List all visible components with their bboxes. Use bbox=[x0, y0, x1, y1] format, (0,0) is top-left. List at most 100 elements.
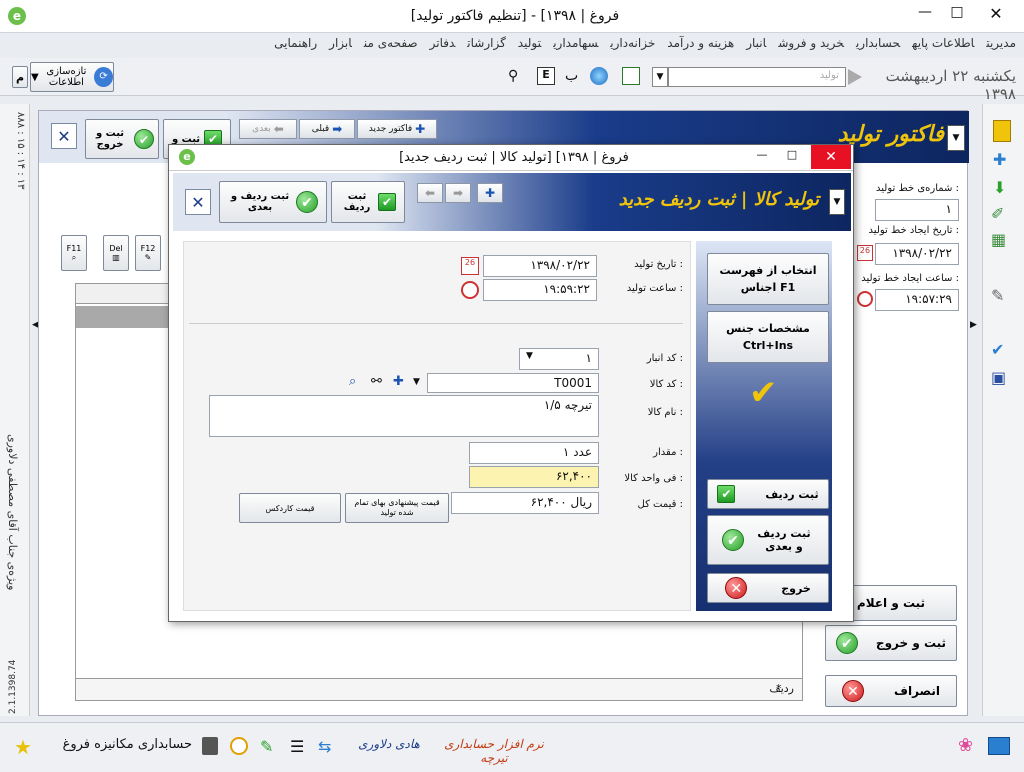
menu-item[interactable]: تولید bbox=[518, 36, 541, 50]
main-close-button[interactable]: ✕ bbox=[51, 123, 77, 149]
right-save-next-label: ثبت ردیف و بعدی bbox=[757, 527, 811, 553]
wrench-icon[interactable]: ✎ bbox=[991, 286, 1004, 305]
menu-item[interactable]: مدیریت bbox=[986, 36, 1016, 50]
new-row-marker: * bbox=[776, 682, 782, 695]
calculator-icon[interactable] bbox=[202, 737, 218, 755]
check-list-icon[interactable]: ✔ bbox=[991, 340, 1004, 359]
prod-date-input[interactable]: ۱۳۹۸/۰۲/۲۲ bbox=[483, 255, 597, 277]
download-icon[interactable]: ⬇ bbox=[993, 178, 1006, 197]
add-item-icon[interactable]: ✚ bbox=[993, 150, 1006, 169]
transfer-icon[interactable]: ⇆ bbox=[318, 737, 331, 756]
cardex-price-button[interactable]: قیمت کاردکس bbox=[239, 493, 341, 523]
next-label: بعدی bbox=[252, 124, 271, 134]
menu-item[interactable]: خرید و فروش bbox=[778, 36, 844, 50]
dialog-close-button[interactable]: ✕ bbox=[811, 145, 851, 169]
menu-item[interactable]: انبار bbox=[746, 36, 766, 50]
dialog-close-x-button[interactable]: ✕ bbox=[185, 189, 211, 215]
dialog-next-button[interactable]: ➡ bbox=[445, 183, 471, 203]
right-strip: ✚ ⬇ ✐ ▦ ✎ ✔ ▣ bbox=[982, 104, 1024, 716]
dialog-save-next-button[interactable]: ثبت ردیف و بعدی ✔ bbox=[219, 181, 327, 223]
magnifier-icon[interactable]: ⌕ bbox=[349, 374, 356, 389]
color-palette-icon[interactable]: ❀ bbox=[958, 735, 973, 756]
item-add-icon[interactable]: ✚ bbox=[393, 374, 404, 389]
create-time-input[interactable]: ۱۹:۵۷:۲۹ bbox=[875, 289, 959, 311]
prod-clock-icon[interactable] bbox=[461, 281, 479, 299]
main-save-exit-button[interactable]: ثبت و خروج ✔ bbox=[85, 119, 159, 159]
right-collapse-arrow[interactable]: ▶ bbox=[970, 320, 977, 330]
prev-label: قبلی bbox=[311, 124, 330, 134]
calendar-icon[interactable]: 26 bbox=[857, 245, 873, 261]
minimize-button[interactable]: — bbox=[912, 4, 938, 26]
money-icon[interactable]: ✐ bbox=[991, 204, 1004, 223]
clock-icon[interactable] bbox=[857, 291, 873, 307]
warehouse-value: ۱ bbox=[585, 351, 592, 365]
list-icon[interactable]: ☰ bbox=[290, 737, 304, 756]
prod-calendar-icon[interactable]: 26 bbox=[461, 257, 479, 275]
menu-item[interactable]: صفحه‌ی من bbox=[364, 36, 418, 50]
item-spec-button[interactable]: مشخصات جنس Ctrl+Ins bbox=[707, 311, 829, 363]
del-button[interactable]: Del ▥ bbox=[103, 235, 129, 271]
qty-input[interactable]: ۱ عدد bbox=[469, 442, 599, 464]
search-dropdown[interactable]: ▼ bbox=[652, 67, 668, 87]
suggest-price-button[interactable]: قیمت پیشنهادی بهای تمام شده تولید bbox=[345, 493, 449, 523]
search-input[interactable]: تولید bbox=[668, 67, 846, 87]
clock-app-icon[interactable] bbox=[230, 737, 248, 755]
new-invoice-button[interactable]: فاکتور جدید ✚ bbox=[357, 119, 437, 139]
item-code-dropdown-icon[interactable]: ▼ bbox=[413, 377, 420, 387]
window-icon[interactable] bbox=[622, 67, 640, 85]
dialog-menu[interactable]: ▼ bbox=[829, 189, 845, 215]
menu-item[interactable]: دفاتر bbox=[430, 36, 456, 50]
unit-price-input[interactable]: ۶۲,۴۰۰ bbox=[469, 466, 599, 488]
menu-item[interactable]: ابزار bbox=[329, 36, 352, 50]
line-no-input[interactable]: ۱ bbox=[875, 199, 959, 221]
globe-icon[interactable] bbox=[590, 67, 608, 85]
new-invoice-label: فاکتور جدید bbox=[368, 124, 413, 134]
main-form-menu[interactable]: ▼ bbox=[947, 125, 965, 151]
f12-button[interactable]: F12 ✎ bbox=[135, 235, 161, 271]
item-name-value: تیرچه ۱/۵ bbox=[543, 398, 592, 412]
binoculars-icon[interactable]: ⚲ bbox=[508, 68, 518, 84]
binoculars-search-icon[interactable]: ⚯ bbox=[371, 374, 382, 389]
item-code-input[interactable]: T0001 bbox=[427, 373, 599, 393]
prod-time-input[interactable]: ۱۹:۵۹:۲۲ bbox=[483, 279, 597, 301]
cash-icon[interactable]: ▦ bbox=[991, 230, 1006, 249]
right-save-row-button[interactable]: ✔ ثبت ردیف bbox=[707, 479, 829, 509]
dialog-exit-button[interactable]: ✕ خروج bbox=[707, 573, 829, 603]
exit-label: خروج bbox=[781, 581, 811, 595]
exit-x-icon: ✕ bbox=[725, 577, 748, 599]
dialog-prev-button[interactable]: ⬅ bbox=[417, 183, 443, 203]
menu-item[interactable]: گزارشات bbox=[467, 36, 506, 50]
menu-item[interactable]: حسابداری bbox=[856, 36, 900, 50]
persian-keyboard-icon[interactable]: ب bbox=[565, 68, 578, 84]
menu-item[interactable]: سهامداری bbox=[553, 36, 598, 50]
save-and-exit-button[interactable]: ✔ ثبت و خروج bbox=[825, 625, 957, 661]
item-name-textarea[interactable]: تیرچه ۱/۵ bbox=[209, 395, 599, 437]
cancel-button[interactable]: ✕ انصراف bbox=[825, 675, 957, 707]
maximize-button[interactable]: □ bbox=[944, 4, 970, 26]
prev-button[interactable]: قبلی ➡ bbox=[299, 119, 355, 139]
menu-item[interactable]: خزانه‌داری bbox=[610, 36, 655, 50]
save-disk-icon[interactable]: ▣ bbox=[991, 368, 1006, 387]
create-date-input[interactable]: ۱۳۹۸/۰۲/۲۲ bbox=[875, 243, 959, 265]
refresh-button[interactable]: ▼ تازه‌سازی اطلاعات ⟳ bbox=[30, 62, 114, 92]
unit-price-label: فی واحد کالا : bbox=[624, 473, 683, 484]
menu-item[interactable]: راهنمایی bbox=[274, 36, 317, 50]
next-button[interactable]: بعدی ⬅ bbox=[239, 119, 297, 139]
warehouse-dropdown-icon: ▼ bbox=[526, 351, 533, 361]
warehouse-select[interactable]: ▼ ۱ bbox=[519, 348, 599, 370]
right-save-next-button[interactable]: ✔ ثبت ردیف و بعدی bbox=[707, 515, 829, 565]
menu-item[interactable]: هزینه و درآمد bbox=[667, 36, 734, 50]
editor-icon[interactable]: E bbox=[537, 67, 555, 85]
dialog-new-button[interactable]: ✚ bbox=[477, 183, 503, 203]
menu-item[interactable]: اطلاعات پایه bbox=[912, 36, 974, 50]
dialog-minimize-button[interactable]: — bbox=[751, 148, 773, 161]
f11-button[interactable]: F11 ⌕ bbox=[61, 235, 87, 271]
close-button[interactable]: ✕ bbox=[976, 4, 1016, 26]
m-button[interactable]: م bbox=[12, 66, 28, 88]
dialog-maximize-button[interactable]: □ bbox=[781, 148, 803, 161]
dialog-save-row-button[interactable]: ثبت ردیف ✔ bbox=[331, 181, 405, 223]
report-icon[interactable] bbox=[993, 120, 1011, 142]
window-switch-icon[interactable] bbox=[988, 737, 1010, 755]
notes-icon[interactable]: ✎ bbox=[260, 737, 273, 756]
pick-from-list-button[interactable]: انتخاب از فهرست اجناس F1 bbox=[707, 253, 829, 305]
